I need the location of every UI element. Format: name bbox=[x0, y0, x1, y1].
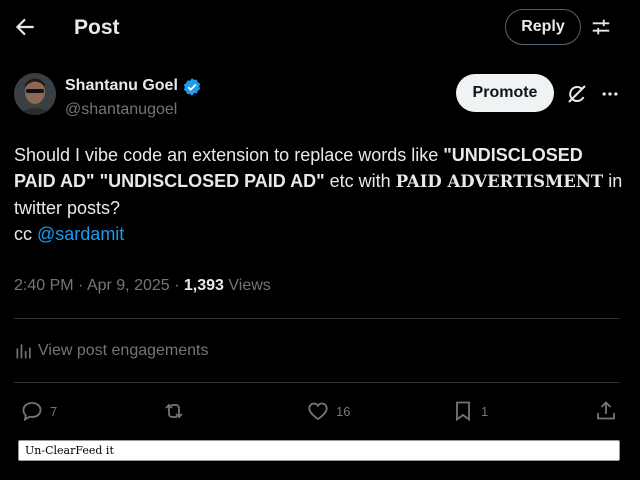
divider bbox=[14, 382, 620, 383]
author-handle[interactable]: @shantanugoel bbox=[65, 100, 177, 120]
replacement-phrase: PAID ADVERTISMENT bbox=[395, 172, 604, 191]
post-date[interactable]: Apr 9, 2025 bbox=[87, 277, 170, 294]
reply-action[interactable]: 7 bbox=[20, 398, 57, 424]
repost-action[interactable] bbox=[162, 398, 192, 424]
cc-label: cc bbox=[14, 224, 38, 244]
author-name[interactable]: Shantanu Goel bbox=[65, 76, 178, 96]
share-icon bbox=[594, 399, 618, 423]
view-engagements-label: View post engagements bbox=[38, 342, 209, 359]
divider bbox=[14, 318, 620, 319]
more-dots-icon[interactable] bbox=[600, 84, 620, 104]
share-action[interactable] bbox=[594, 398, 618, 424]
post-text: Should I vibe code an extension to repla… bbox=[14, 142, 626, 247]
arrow-left-icon[interactable] bbox=[12, 14, 38, 40]
like-count: 16 bbox=[336, 403, 351, 419]
avatar[interactable] bbox=[14, 73, 56, 115]
separator: · bbox=[73, 277, 87, 294]
heart-icon bbox=[306, 399, 330, 423]
verified-badge-icon bbox=[182, 77, 202, 97]
repost-icon bbox=[162, 399, 186, 423]
post-meta: 2:40 PM · Apr 9, 2025 · 1,393 Views bbox=[14, 276, 271, 296]
post-text-segment: etc with bbox=[324, 171, 396, 191]
views-label: Views bbox=[223, 277, 271, 294]
view-engagements-link[interactable]: View post engagements bbox=[14, 340, 208, 362]
bar-chart-icon bbox=[14, 341, 34, 361]
grok-icon[interactable] bbox=[565, 82, 589, 106]
unclearfeed-button[interactable]: Un-ClearFeed it bbox=[18, 440, 620, 461]
promote-button[interactable]: Promote bbox=[456, 74, 554, 112]
like-action[interactable]: 16 bbox=[306, 398, 350, 424]
post-text-segment: Should I vibe code an extension to repla… bbox=[14, 145, 444, 165]
reply-bubble-icon bbox=[20, 399, 44, 423]
mention-link[interactable]: @sardamit bbox=[37, 224, 124, 244]
post-time[interactable]: 2:40 PM bbox=[14, 277, 74, 294]
views-count: 1,393 bbox=[183, 277, 224, 294]
reply-button[interactable]: Reply bbox=[505, 9, 581, 45]
separator: · bbox=[169, 277, 184, 294]
bookmark-action[interactable]: 1 bbox=[451, 398, 488, 424]
reply-count: 7 bbox=[50, 403, 58, 419]
bookmark-icon bbox=[451, 399, 475, 423]
bookmark-count: 1 bbox=[481, 403, 489, 419]
quoted-phrase: "UNDISCLOSED PAID AD" bbox=[99, 171, 325, 191]
sliders-icon[interactable] bbox=[590, 16, 612, 38]
page-title: Post bbox=[74, 16, 120, 39]
